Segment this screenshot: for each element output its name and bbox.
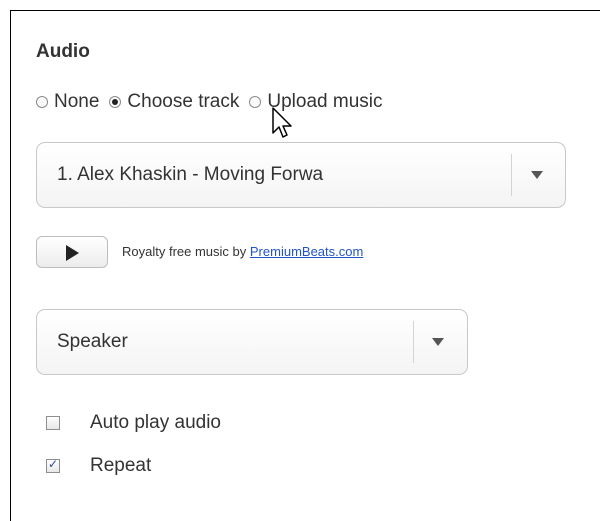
radio-none-icon[interactable] <box>36 96 48 108</box>
speaker-select-divider <box>413 321 414 363</box>
radio-upload-music-icon[interactable] <box>249 96 262 108</box>
repeat-label: Repeat <box>90 455 152 476</box>
play-button[interactable] <box>36 236 108 268</box>
track-select[interactable]: 1. Alex Khaskin - Moving Forwa <box>36 142 566 208</box>
checkmark-icon: ✓ <box>48 457 59 471</box>
radio-option-none[interactable]: None <box>36 91 99 113</box>
radio-option-choose-track[interactable]: Choose track <box>109 91 239 113</box>
repeat-option[interactable]: ✓ Repeat <box>46 455 151 477</box>
repeat-checkbox[interactable]: ✓ <box>46 457 60 473</box>
track-select-value: 1. Alex Khaskin - Moving Forwa <box>57 164 324 185</box>
audio-source-radio-group: None Choose track Upload music <box>36 90 392 114</box>
speaker-select-value: Speaker <box>57 331 128 352</box>
music-credit: Royalty free music by PremiumBeats.com <box>122 244 363 259</box>
chevron-down-icon[interactable] <box>432 338 444 346</box>
radio-choose-track-icon[interactable] <box>109 96 122 108</box>
auto-play-audio-option[interactable]: Auto play audio <box>46 412 221 434</box>
radio-label-none: None <box>54 91 100 112</box>
radio-label-choose-track: Choose track <box>127 91 240 112</box>
chevron-down-icon[interactable] <box>531 171 543 179</box>
audio-section-title: Audio <box>36 41 90 62</box>
auto-play-audio-checkbox[interactable] <box>46 416 60 430</box>
speaker-select[interactable]: Speaker <box>36 309 468 375</box>
mouse-pointer-icon <box>272 107 292 138</box>
auto-play-audio-label: Auto play audio <box>90 412 221 433</box>
play-icon <box>66 245 79 261</box>
radio-option-upload-music[interactable]: Upload music <box>249 91 382 113</box>
credit-text: Royalty free music by <box>122 244 247 259</box>
track-select-divider <box>511 154 512 196</box>
premiumbeats-link[interactable]: PremiumBeats.com <box>250 244 363 259</box>
